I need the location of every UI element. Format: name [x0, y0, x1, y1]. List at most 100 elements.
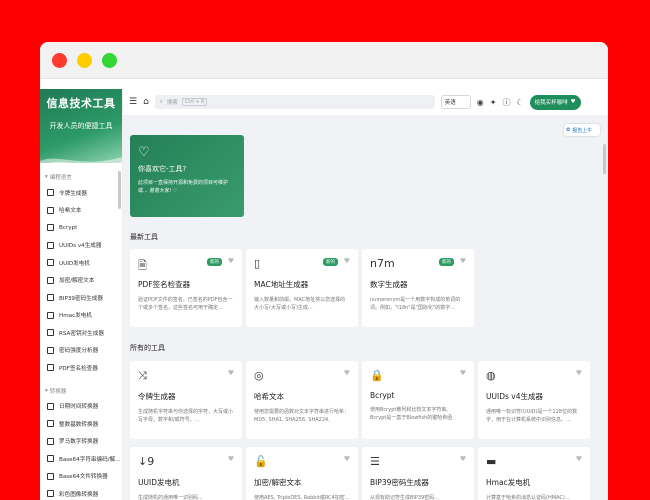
menu-icon[interactable]: ☰	[129, 97, 137, 107]
sidebar-item[interactable]: 哈希文本	[40, 202, 122, 220]
sidebar-item-label: Hmac发电机	[59, 313, 92, 320]
sidebar-item[interactable]: 彩色图像转换器	[40, 485, 122, 500]
tool-card-title: BIP39密码生成器	[370, 478, 429, 487]
new-badge: 新的	[323, 258, 338, 266]
tool-card-description: 使用您需要的函数对文本字符串进行哈希：MD5, SHA1, SHA256, SH…	[254, 409, 350, 423]
app-subtitle: 开发人员的便捷工具	[49, 122, 113, 130]
tool-card-title: PDF签名检查器	[138, 280, 191, 289]
tool-card[interactable]: 🗎 PDF签名检查器 验证PDF文件的签名。已签名的PDF包含一个或多个签名，这些签…	[130, 249, 242, 327]
twitter-icon[interactable]: ✦	[490, 98, 497, 107]
favorite-icon[interactable]: ♥	[228, 369, 234, 377]
app-container: 信息技术工具 开发人员的便捷工具 ▾ 编程语言 令牌生成器 哈希文本 Bcrypt U…	[40, 89, 608, 500]
tool-card[interactable]: ◎ 哈希文本 使用您需要的函数对文本字符串进行哈希：MD5, SHA1, SHA25…	[246, 361, 358, 439]
tool-icon	[47, 472, 54, 480]
tool-icon	[47, 402, 54, 410]
tool-card-description: 从现有助记符生成BIP39密码...	[370, 495, 440, 500]
favorite-icon[interactable]: ♥	[228, 455, 234, 463]
github-icon[interactable]: ◉	[477, 98, 484, 107]
tool-card[interactable]: ▬ Hmac发电机 计算基于哈希的消息认证码(HMAC)... ♥	[478, 447, 590, 500]
favorite-icon[interactable]: ♥	[460, 455, 466, 463]
sidebar-list-crypto: 令牌生成器 哈希文本 Bcrypt UUIDs v4生成器 UUID发电机加密/解密文本…	[40, 184, 122, 377]
sidebar-item[interactable]: UUID发电机	[40, 254, 122, 272]
sidebar-item[interactable]: 日期时间转换器	[40, 398, 122, 416]
sidebar-item-label: 日期时间转换器	[59, 404, 99, 411]
maximize-window-button[interactable]	[102, 52, 117, 68]
sidebar-item-label: 整数基数转换器	[59, 421, 99, 428]
tool-icon	[47, 241, 54, 249]
sidebar-item[interactable]: 密码强度分析器	[40, 342, 122, 360]
sort-numbers-icon: ↓9	[138, 455, 155, 468]
favorite-icon[interactable]: ♥	[228, 257, 234, 265]
home-icon[interactable]: ⌂	[143, 97, 149, 107]
chevron-down-icon: ▾	[45, 387, 48, 394]
favorite-icon[interactable]: ♥	[344, 369, 350, 377]
latest-tools-heading: 最新工具	[130, 233, 158, 241]
close-window-button[interactable]	[52, 52, 67, 68]
tool-card-title: UUIDs v4生成器	[486, 392, 543, 401]
minimize-window-button[interactable]	[77, 52, 92, 68]
language-select[interactable]: 英语	[440, 95, 471, 109]
favorite-icon[interactable]: ♥	[460, 369, 466, 377]
favorite-icon[interactable]: ♥	[576, 455, 582, 463]
sidebar-item[interactable]: Base64字符串编码/解...	[40, 450, 122, 468]
sidebar-section-label: 编程语言	[49, 175, 72, 181]
app-title[interactable]: 信息技术工具	[40, 95, 122, 111]
sidebar-scrollbar[interactable]	[118, 171, 121, 209]
sidebar-item-label: BIP39密码生成器	[59, 295, 103, 302]
favorite-icon[interactable]: ♥	[576, 369, 582, 377]
tool-card[interactable]: 🔓 加密/解密文本 使用AES, TripleDES, Rabbit或RC4加密..…	[246, 447, 358, 500]
sidebar-section-converter[interactable]: ▾ 转换器	[40, 377, 122, 398]
header-wave-decoration	[40, 157, 122, 171]
eye-off-icon: ◎	[254, 369, 264, 382]
favorite-icon[interactable]: ♥	[344, 455, 350, 463]
tool-icon	[47, 224, 54, 232]
sidebar-item-label: RSA密钥对生成器	[59, 330, 104, 337]
tool-icon	[47, 346, 54, 354]
search-icon: ⌕	[159, 98, 163, 105]
sidebar-item[interactable]: Base64文件转换器	[40, 468, 122, 486]
tool-card[interactable]: ▯ MAC地址生成器 输入数量和前缀。MAC地址将以您选择的大小写(大写或小写)生成…	[246, 249, 358, 327]
tool-icon	[47, 189, 54, 197]
tool-card[interactable]: ☰ BIP39密码生成器 从现有助记符生成BIP39密码... ♥	[362, 447, 474, 500]
tool-card[interactable]: 🔒 Bcrypt 使用Bcrypt散列和比较文本字符串。Bcrypt是一基于Blow…	[362, 361, 474, 439]
search-input[interactable]: ⌕ 搜索 Ctrl + K	[154, 95, 435, 109]
tool-card-description: 使用Bcrypt散列和比较文本字符串。Bcrypt是一基于Blowfish的键哈…	[370, 407, 453, 421]
dark-mode-icon[interactable]: ☾	[516, 98, 523, 107]
tool-card[interactable]: ↓9 UUID发电机 生成随机的通用唯一识别码... ♥	[130, 447, 242, 500]
report-bug-button[interactable]: ✿ 报告上牛	[564, 124, 600, 136]
sidebar-item[interactable]: RSA密钥对生成器	[40, 324, 122, 342]
tool-card-description: 通用唯一标识符(UUID)是一个128位的数字，用于在计算机系统中识别信息。..…	[486, 409, 578, 423]
sidebar-item-label: 彩色图像转换器	[59, 491, 99, 498]
sidebar-item[interactable]: Bcrypt	[40, 219, 122, 237]
sidebar-item[interactable]: 整数基数转换器	[40, 415, 122, 433]
sidebar-item[interactable]: UUIDs v4生成器	[40, 237, 122, 255]
info-icon[interactable]: ⓘ	[502, 97, 510, 108]
lock-icon: 🔓	[254, 455, 268, 468]
sidebar-item[interactable]: 令牌生成器	[40, 184, 122, 202]
tool-card-description: 生成随机字符串与你选择的字符，大写或小写字母，数字和/或符号。...	[138, 409, 234, 423]
tool-card-description: 计算基于哈希的消息认证码(HMAC)...	[486, 495, 570, 500]
search-placeholder: 搜索	[166, 100, 178, 106]
tool-card-title: 数字生成器	[370, 280, 408, 289]
favorite-icon[interactable]: ♥	[344, 257, 350, 265]
promo-body: 此项目一直保持开源和免费的项目可维护或... 谢谢大家! ♡	[138, 180, 229, 194]
shortcut-hint: Ctrl + K	[181, 98, 208, 106]
tool-card[interactable]: n7m 数字生成器 numeronym是一个用数字构成的单词的词。例如，"I18n"…	[362, 249, 474, 327]
sidebar-item-label: UUIDs v4生成器	[59, 243, 102, 250]
favorite-icon[interactable]: ♥	[460, 257, 466, 265]
main-scrollbar[interactable]	[603, 144, 606, 174]
tool-card[interactable]: ◍ UUIDs v4生成器 通用唯一标识符(UUID)是一个128位的数字，用于在计…	[478, 361, 590, 439]
sidebar-item[interactable]: 加密/解密文本	[40, 272, 122, 290]
tool-card-title: Bcrypt	[370, 391, 395, 400]
sidebar-item[interactable]: BIP39密码生成器	[40, 289, 122, 307]
donate-button[interactable]: 给我买杯咖啡 ♥	[529, 94, 581, 110]
tool-card[interactable]: ⤨ 令牌生成器 生成随机字符串与你选择的字符，大写或小写字母，数字和/或符号。...…	[130, 361, 242, 439]
sidebar-item[interactable]: Hmac发电机	[40, 307, 122, 325]
sidebar-item[interactable]: PDF签名检查器	[40, 359, 122, 377]
new-badge: 新的	[207, 258, 222, 266]
tool-card-title: 加密/解密文本	[254, 478, 302, 487]
sidebar-item[interactable]: 罗马数字转换器	[40, 433, 122, 451]
sidebar-item-label: Bcrypt	[59, 224, 78, 231]
sidebar-item-label: UUID发电机	[59, 260, 90, 267]
short-text-icon: ▬	[486, 455, 497, 468]
